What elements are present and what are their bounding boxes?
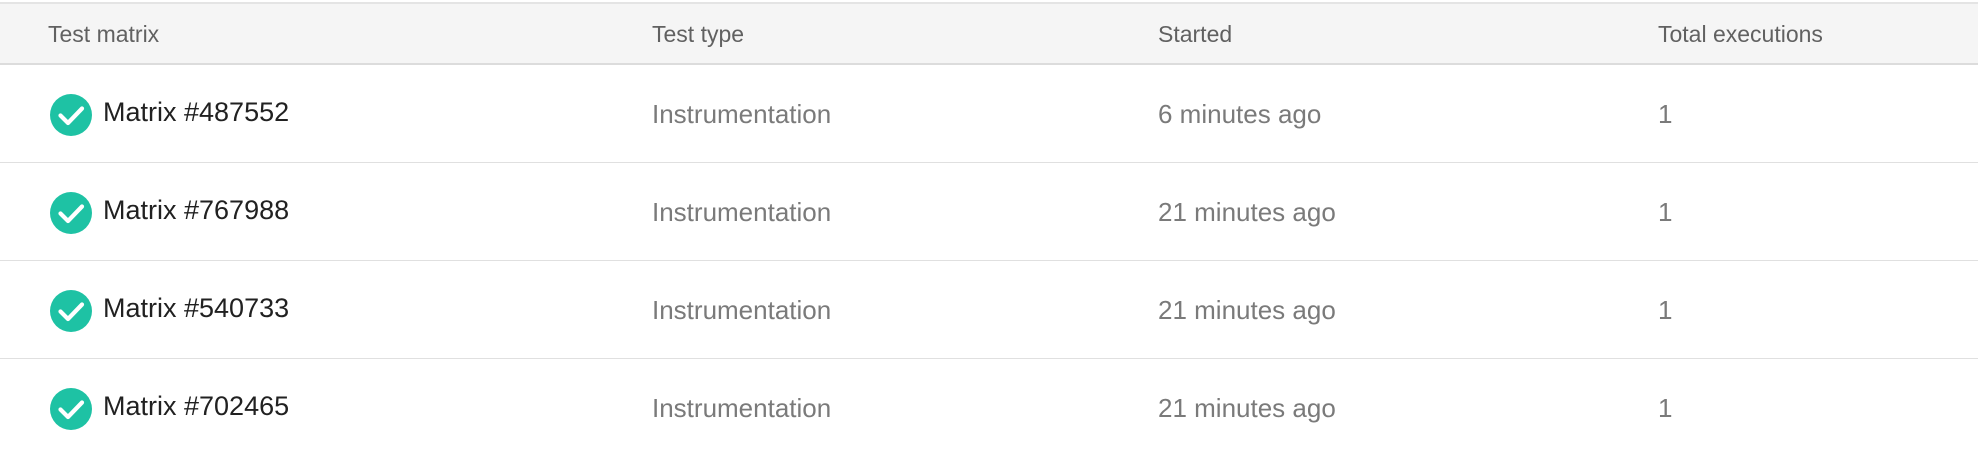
matrix-name-link[interactable]: Matrix #702465 [103,391,289,422]
column-header-total-executions[interactable]: Total executions [1658,4,1823,65]
test-type-cell: Instrumentation [652,99,832,129]
matrix-name-link[interactable]: Matrix #540733 [103,293,289,324]
column-header-test-type[interactable]: Test type [652,4,744,65]
started-cell: 21 minutes ago [1158,295,1336,325]
matrix-cell: Matrix #540733 [50,261,289,359]
table-row[interactable]: Matrix #767988 Instrumentation 21 minute… [0,163,1978,261]
matrix-cell: Matrix #767988 [50,163,289,261]
matrix-cell: Matrix #702465 [50,359,289,457]
column-header-started[interactable]: Started [1158,4,1232,65]
test-type-cell: Instrumentation [652,197,832,227]
started-cell: 21 minutes ago [1158,393,1336,423]
total-executions-cell: 1 [1658,197,1673,227]
total-executions-cell: 1 [1658,393,1673,423]
table-row[interactable]: Matrix #487552 Instrumentation 6 minutes… [0,65,1978,163]
matrix-cell: Matrix #487552 [50,65,289,163]
column-header-test-matrix[interactable]: Test matrix [48,4,159,65]
matrix-name-link[interactable]: Matrix #487552 [103,97,289,128]
check-circle-icon [50,290,92,332]
started-cell: 6 minutes ago [1158,99,1322,129]
total-executions-cell: 1 [1658,99,1673,129]
check-circle-icon [50,192,92,234]
matrix-name-link[interactable]: Matrix #767988 [103,195,289,226]
table-row[interactable]: Matrix #702465 Instrumentation 21 minute… [0,359,1978,457]
test-type-cell: Instrumentation [652,393,832,423]
check-circle-icon [50,388,92,430]
table-row[interactable]: Matrix #540733 Instrumentation 21 minute… [0,261,1978,359]
started-cell: 21 minutes ago [1158,197,1336,227]
table-header-row: Test matrix Test type Started Total exec… [0,4,1978,65]
total-executions-cell: 1 [1658,295,1673,325]
test-type-cell: Instrumentation [652,295,832,325]
check-circle-icon [50,94,92,136]
